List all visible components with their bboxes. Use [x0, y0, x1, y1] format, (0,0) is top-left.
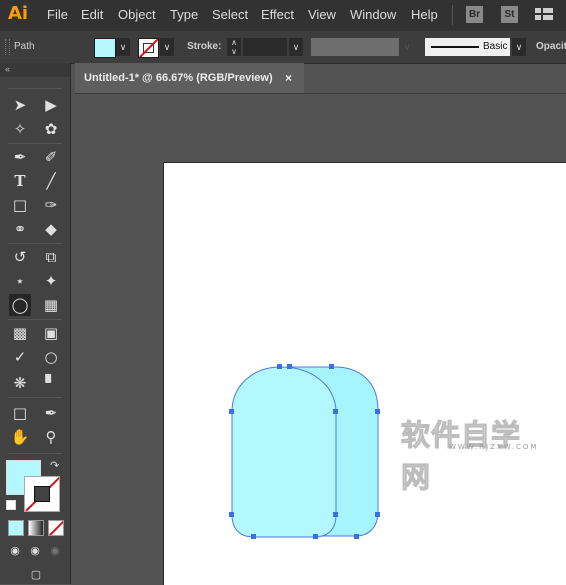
anchor-point[interactable] [375, 409, 380, 414]
anchor-point[interactable] [354, 534, 359, 539]
anchor-point[interactable] [277, 364, 282, 369]
anchor-point[interactable] [333, 409, 338, 414]
watermark-url: WWW.RJZXW.COM [449, 443, 539, 451]
anchor-point[interactable] [287, 364, 292, 369]
watermark: 软件自学网 WWW.RJZXW.COM [401, 412, 543, 495]
anchor-point[interactable] [251, 534, 256, 539]
watermark-text: 软件自学网 [401, 418, 522, 495]
artwork-layer [229, 364, 380, 539]
anchor-point[interactable] [375, 512, 380, 517]
anchor-point[interactable] [229, 409, 234, 414]
anchor-point[interactable] [313, 534, 318, 539]
anchor-point[interactable] [229, 512, 234, 517]
front-rounded-shape[interactable] [231, 366, 337, 538]
anchor-point[interactable] [333, 512, 338, 517]
anchor-point[interactable] [329, 364, 334, 369]
